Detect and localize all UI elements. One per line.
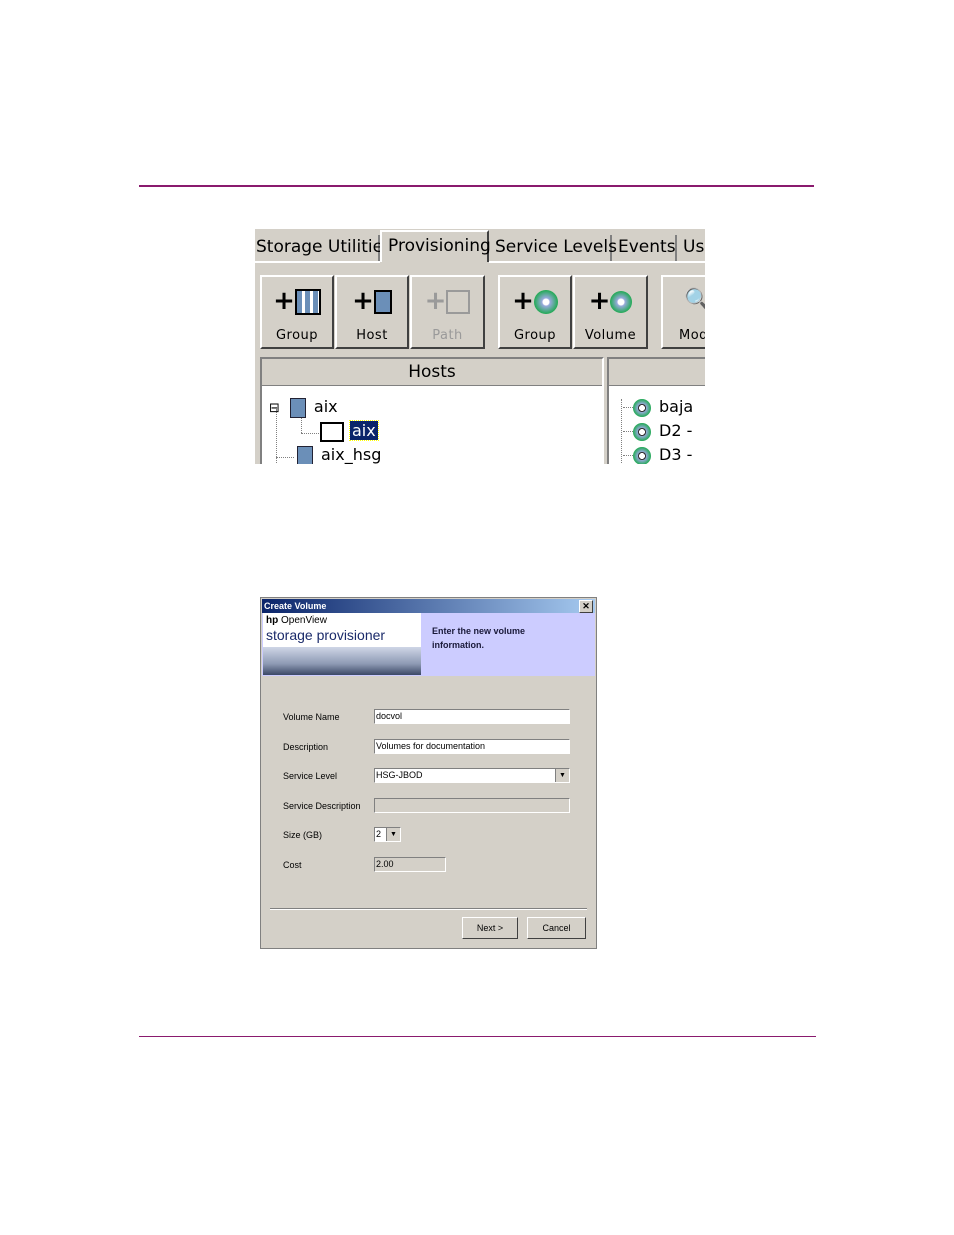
tab-underline bbox=[489, 261, 705, 263]
brand-logo: hp OpenView storage provisioner bbox=[263, 613, 421, 675]
toolbar-label: Mod bbox=[679, 328, 705, 343]
volumes-pane-header bbox=[609, 359, 705, 386]
brand-hp: hp bbox=[266, 615, 279, 626]
tree-node-label: D3 - bbox=[659, 445, 693, 464]
size-label: Size (GB) bbox=[283, 830, 323, 840]
dialog-title-bar: Create Volume ✕ bbox=[262, 599, 595, 613]
cancel-button[interactable]: Cancel bbox=[527, 917, 586, 939]
toolbar-label: Group bbox=[513, 328, 557, 343]
volume-node[interactable]: D2 - bbox=[623, 421, 692, 441]
tab-events[interactable]: Events bbox=[612, 235, 677, 261]
volume-name-label: Volume Name bbox=[283, 712, 340, 722]
add-host-group-button[interactable]: + Group bbox=[260, 275, 334, 349]
dialog-instruction: Enter the new volume information. bbox=[432, 626, 526, 650]
description-label: Description bbox=[283, 742, 329, 752]
service-level-label: Service Level bbox=[283, 771, 338, 781]
add-volume-button[interactable]: + Volume bbox=[573, 275, 648, 349]
close-button[interactable]: ✕ bbox=[579, 600, 593, 613]
hosts-pane-header: Hosts bbox=[262, 359, 602, 386]
tree-node-label: aix bbox=[349, 420, 379, 441]
modify-icon: 🔍 bbox=[684, 288, 705, 313]
add-host-button[interactable]: + Host bbox=[335, 275, 409, 349]
collapse-icon[interactable]: ⊟ bbox=[269, 401, 280, 416]
provisioning-screenshot: Storage Utilities Provisioning Service L… bbox=[255, 229, 705, 464]
tree-line bbox=[623, 407, 633, 408]
chevron-down-icon[interactable]: ▼ bbox=[386, 828, 400, 841]
volumes-pane: baja D2 - D3 - bbox=[607, 357, 705, 464]
volume-icon bbox=[633, 398, 651, 417]
host-icon bbox=[289, 397, 306, 418]
toolbar-label: Group bbox=[275, 328, 319, 343]
host-icon bbox=[297, 445, 313, 464]
cost-label: Cost bbox=[283, 860, 302, 870]
volume-node[interactable]: D3 - bbox=[623, 445, 692, 464]
path-icon bbox=[320, 421, 344, 442]
toolbar-label: Host bbox=[356, 328, 388, 343]
add-path-icon: + bbox=[412, 287, 483, 315]
dialog-banner: hp OpenView storage provisioner Enter th… bbox=[262, 613, 595, 676]
tab-service-levels[interactable]: Service Levels bbox=[489, 235, 617, 261]
toolbar-label: Volume bbox=[584, 328, 637, 343]
description-input[interactable]: Volumes for documentation bbox=[374, 739, 570, 754]
tree-line bbox=[276, 457, 294, 458]
service-description-field bbox=[374, 798, 570, 813]
brand-image bbox=[263, 647, 421, 675]
tab-underline bbox=[255, 261, 380, 263]
size-select[interactable]: 2 ▼ bbox=[374, 827, 401, 842]
volume-node[interactable]: baja bbox=[623, 397, 693, 417]
tree-line bbox=[623, 455, 633, 456]
brand-small: hp OpenView bbox=[266, 615, 327, 626]
tree-node-label: aix bbox=[313, 397, 338, 416]
dialog-divider bbox=[270, 908, 587, 910]
service-level-value: HSG-JBOD bbox=[376, 770, 423, 780]
chevron-down-icon[interactable]: ▼ bbox=[555, 769, 569, 782]
close-icon: ✕ bbox=[582, 601, 590, 611]
service-description-label: Service Description bbox=[283, 801, 361, 811]
brand-large: storage provisioner bbox=[266, 627, 386, 643]
size-value: 2 bbox=[376, 829, 382, 839]
tree-line bbox=[623, 431, 633, 432]
brand-openview: OpenView bbox=[281, 615, 327, 626]
add-path-button[interactable]: + Path bbox=[410, 275, 485, 349]
volume-icon bbox=[633, 446, 651, 464]
tab-provisioning[interactable]: Provisioning bbox=[380, 230, 491, 262]
add-volume-group-button[interactable]: + Group bbox=[498, 275, 572, 349]
next-button[interactable]: Next > bbox=[462, 917, 518, 939]
modify-button[interactable]: 🔍 Mod bbox=[661, 275, 705, 349]
volume-name-input[interactable]: docvol bbox=[374, 709, 570, 724]
create-volume-dialog: Create Volume ✕ hp OpenView storage prov… bbox=[260, 597, 597, 949]
footer-rule bbox=[139, 1036, 816, 1037]
tree-node-label: baja bbox=[659, 397, 694, 416]
tree-node-label: aix_hsg bbox=[321, 445, 382, 464]
tab-storage-utilities[interactable]: Storage Utilities bbox=[255, 235, 392, 261]
add-host-icon: + bbox=[337, 287, 407, 315]
hosts-pane: Hosts ⊟ aix aix aix_hsg bbox=[260, 357, 604, 464]
tree-node-aix-hsg[interactable]: aix_hsg bbox=[297, 445, 381, 464]
tree-node-aix-path[interactable]: aix bbox=[320, 420, 379, 442]
volume-icon bbox=[633, 422, 651, 441]
tree-line bbox=[301, 433, 319, 434]
tree-line bbox=[621, 399, 622, 464]
tab-bar: Storage Utilities Provisioning Service L… bbox=[255, 229, 705, 262]
service-level-select[interactable]: HSG-JBOD ▼ bbox=[374, 768, 570, 783]
cost-field: 2.00 bbox=[374, 857, 446, 872]
add-host-group-icon: + bbox=[262, 287, 332, 315]
toolbar-label: Path bbox=[432, 328, 463, 343]
tab-users[interactable]: Us bbox=[677, 235, 705, 261]
tree-node-aix[interactable]: ⊟ aix bbox=[269, 397, 338, 418]
tree-node-label: D2 - bbox=[659, 421, 693, 440]
add-volume-group-icon: + bbox=[500, 287, 570, 315]
add-volume-icon: + bbox=[575, 287, 646, 315]
header-rule bbox=[139, 185, 814, 187]
dialog-title: Create Volume bbox=[264, 601, 327, 611]
